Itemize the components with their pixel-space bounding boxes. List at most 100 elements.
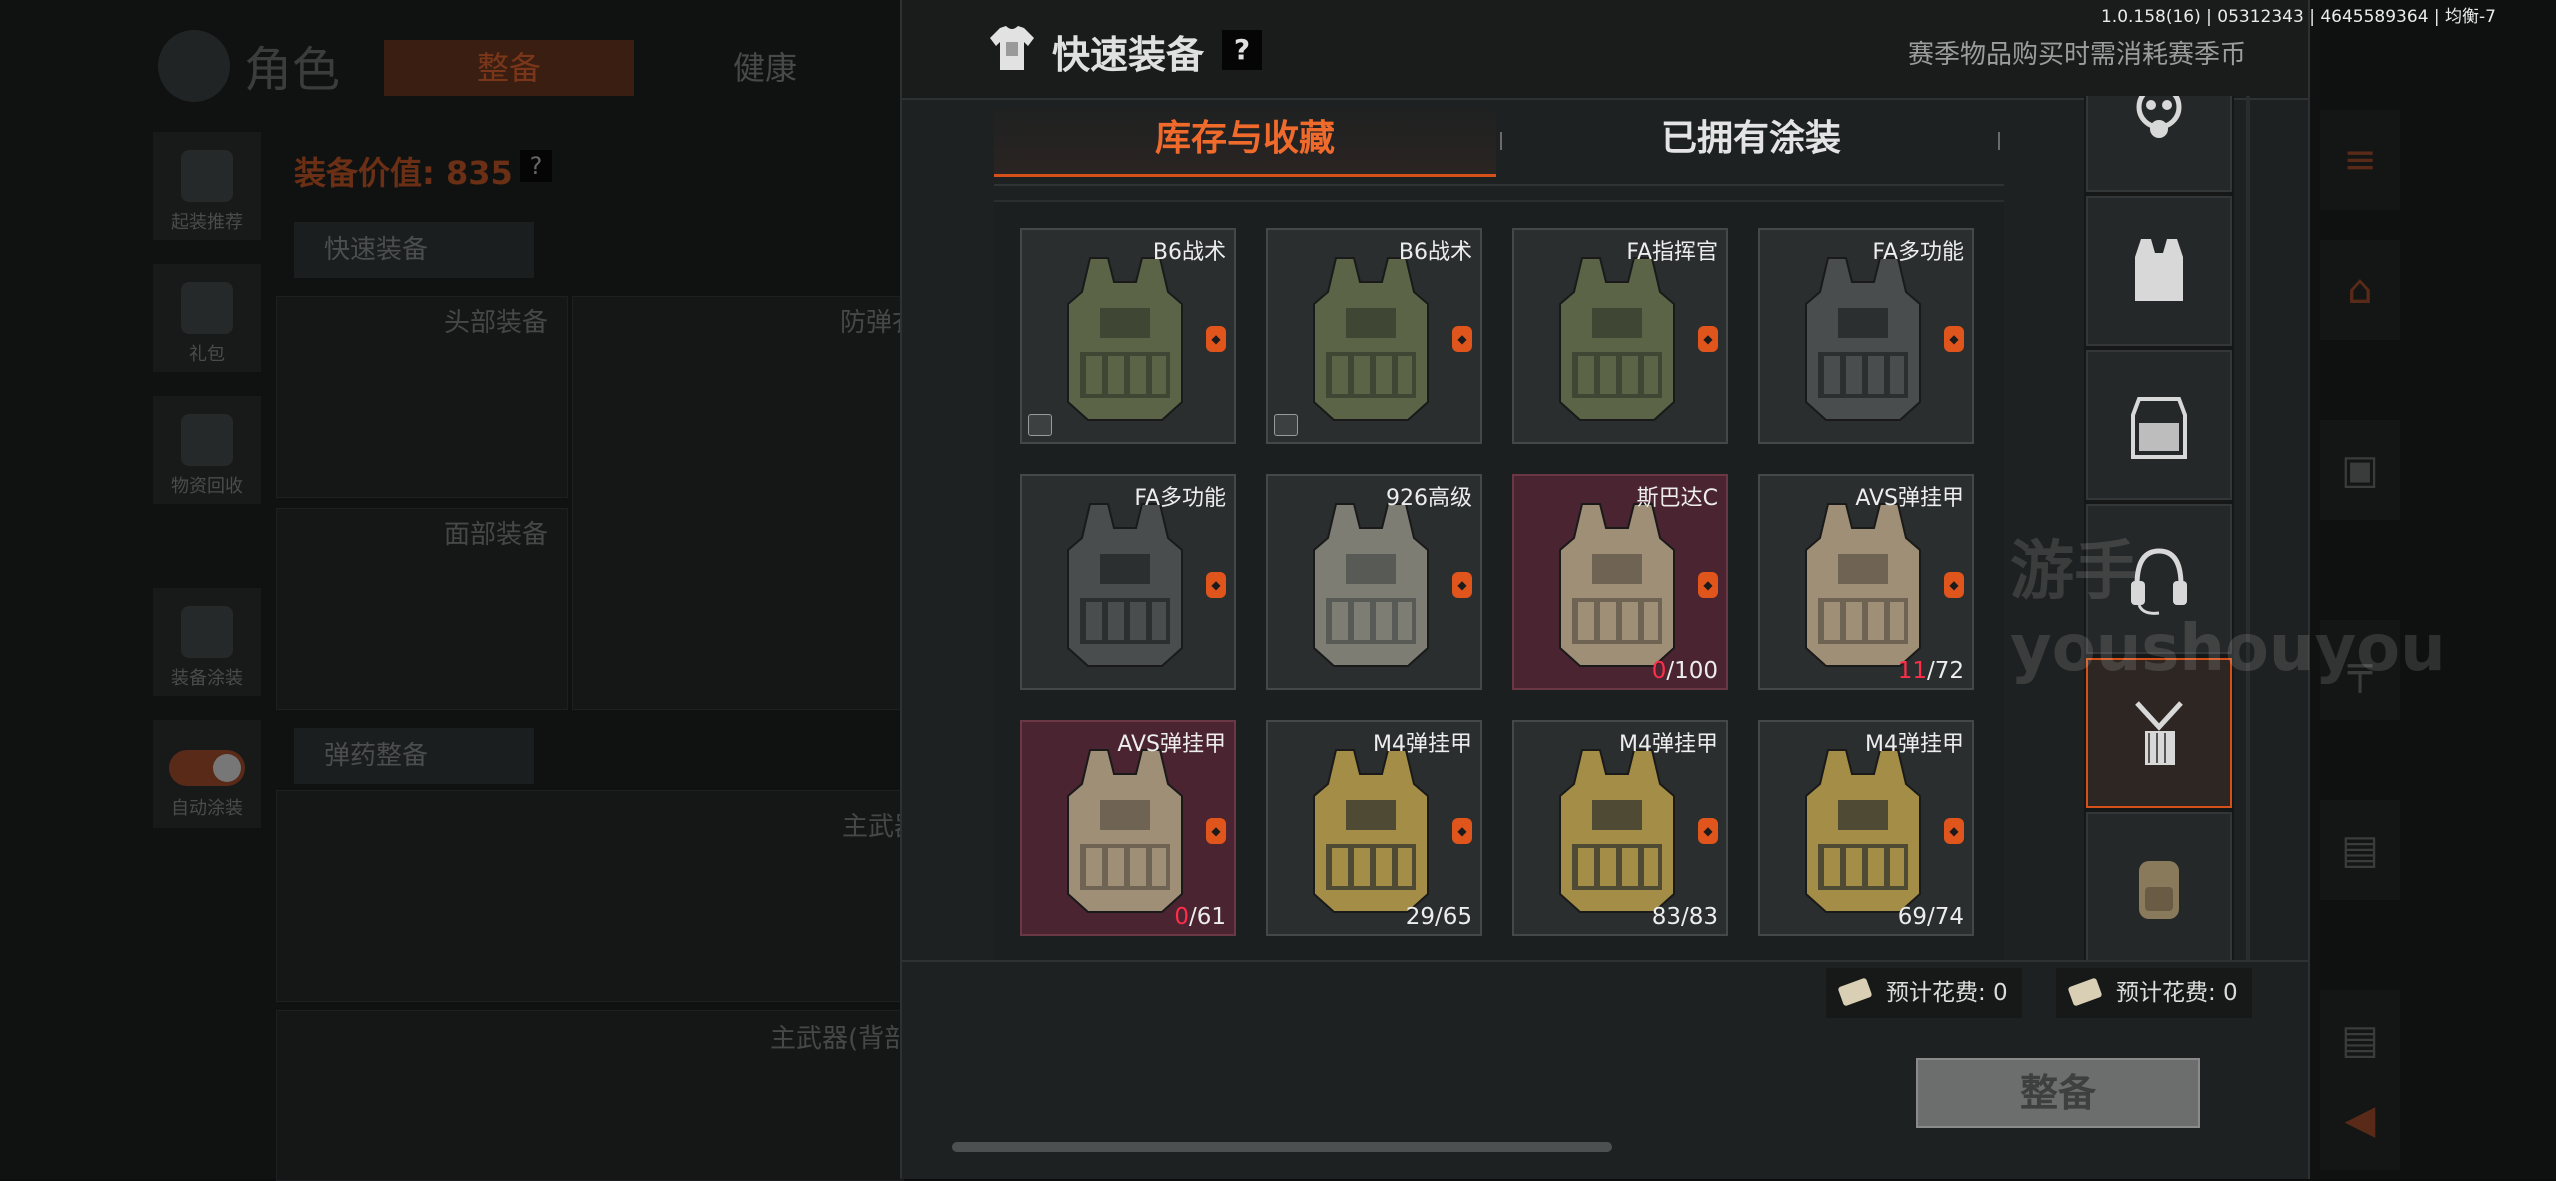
item-card[interactable]: M4弹挂甲 ◆ 69/74 <box>1758 720 1974 936</box>
durability-max: /72 <box>1926 658 1964 684</box>
durability-current: 0 <box>1174 904 1189 930</box>
auto-skin-toggle[interactable] <box>169 750 245 786</box>
item-name: M4弹挂甲 <box>1373 732 1472 757</box>
durability-current: 83 <box>1651 904 1681 930</box>
season-coin-icon: ◆ <box>1452 818 1472 844</box>
item-name: 926高级 <box>1386 486 1472 511</box>
sidebar-item-skin[interactable]: 装备涂装 <box>153 588 261 696</box>
cash-icon <box>1837 977 1873 1007</box>
logo-icon <box>158 30 230 102</box>
sidebar-label: 物资回收 <box>171 476 243 497</box>
ammo-box-icon[interactable]: ▤ <box>2320 800 2400 900</box>
armor-vest-icon <box>1559 749 1675 913</box>
item-card[interactable]: FA多功能 ◆ <box>1020 474 1236 690</box>
page-title: 角色 <box>244 42 341 98</box>
armor-vest-icon <box>1805 503 1921 667</box>
horizontal-scrollbar[interactable] <box>952 1142 1612 1152</box>
sidebar-item-gift[interactable]: 礼包 <box>153 264 261 372</box>
head-gear-label: 头部装备 <box>444 308 549 338</box>
sort-icon[interactable]: ≡ <box>2320 110 2400 210</box>
home-icon[interactable]: ⌂ <box>2320 240 2400 340</box>
category-gas-mask[interactable] <box>2086 96 2232 192</box>
item-name: AVS弹挂甲 <box>1117 732 1226 757</box>
item-card[interactable]: AVS弹挂甲 ◆ 0/61 <box>1020 720 1236 936</box>
armor-vest-icon <box>1805 257 1921 421</box>
shirt-icon[interactable]: ▣ <box>2320 420 2400 520</box>
sidebar-label: 自动涂装 <box>171 798 243 819</box>
season-note: 赛季物品购买时需消耗赛季币 <box>1907 40 2246 70</box>
scroll-thumb[interactable] <box>952 1142 1612 1152</box>
season-coin-icon: ◆ <box>1944 818 1964 844</box>
watermark: 游手 youshouyou <box>2010 535 2446 686</box>
season-coin-icon: ◆ <box>1698 818 1718 844</box>
tab-owned-skins[interactable]: 已拥有涂装 <box>1500 104 2002 174</box>
durability-current: 11 <box>1897 658 1927 684</box>
tab-inventory[interactable]: 库存与收藏 <box>994 104 1496 177</box>
item-grid: B6战术 ◆ B6战术 ◆ FA指挥官 ◆ FA多功能 ◆ FA多功能 ◆ 92… <box>994 200 2004 962</box>
help-button[interactable]: ? <box>1222 30 1262 70</box>
item-card[interactable]: FA指挥官 ◆ <box>1512 228 1728 444</box>
season-coin-icon: ◆ <box>1452 572 1472 598</box>
estimated-cost: 预计花费: 0 <box>1826 968 2022 1018</box>
sidebar-item-recommend[interactable]: 起装推荐 <box>153 132 261 240</box>
ammo-button[interactable]: 弹药整备 <box>294 728 534 784</box>
durability-max: /65 <box>1434 904 1472 930</box>
sidebar-item-autoskin[interactable]: 自动涂装 <box>153 720 261 828</box>
collapse-arrow-icon[interactable]: ◀ <box>2320 1070 2400 1170</box>
item-card[interactable]: M4弹挂甲 ◆ 83/83 <box>1512 720 1728 936</box>
equip-button[interactable]: 整备 <box>1916 1058 2200 1128</box>
item-card[interactable]: 斯巴达C ◆ 0/100 <box>1512 474 1728 690</box>
durability-current: 69 <box>1897 904 1927 930</box>
armor-slot[interactable] <box>572 296 904 710</box>
season-coin-icon: ◆ <box>1206 572 1226 598</box>
item-name: B6战术 <box>1398 240 1472 265</box>
season-coin-icon: ◆ <box>1944 326 1964 352</box>
armor-vest-icon <box>1067 749 1183 913</box>
item-card[interactable]: AVS弹挂甲 ◆ 11/72 <box>1758 474 1974 690</box>
durability-current: 0 <box>1651 658 1667 684</box>
durability-max: /74 <box>1926 904 1964 930</box>
cost-footer: 预计花费: 0 预计花费: 0 <box>902 960 2308 1022</box>
item-name: AVS弹挂甲 <box>1855 486 1964 511</box>
item-name: FA指挥官 <box>1626 240 1718 265</box>
tab-equip[interactable]: 整备 <box>384 40 634 96</box>
durability: 29/65 <box>1406 904 1472 930</box>
durability-max: /61 <box>1188 904 1226 930</box>
armor-vest-icon <box>1805 749 1921 913</box>
armor-vest-icon <box>1313 257 1429 421</box>
item-card[interactable]: 926高级 ◆ <box>1266 474 1482 690</box>
armor-vest-icon <box>1067 257 1183 421</box>
season-coin-icon: ◆ <box>1698 326 1718 352</box>
item-card[interactable]: FA多功能 ◆ <box>1758 228 1974 444</box>
category-plate-carrier[interactable] <box>2086 350 2232 500</box>
backpack-icon <box>2139 861 2179 919</box>
durability: 69/74 <box>1898 904 1964 930</box>
sidebar-label: 装备涂装 <box>171 668 243 689</box>
tab-divider <box>1998 132 2000 150</box>
skin-icon <box>181 606 233 658</box>
item-name: FA多功能 <box>1872 240 1964 265</box>
durability: 11/72 <box>1898 658 1964 684</box>
category-vest[interactable] <box>2086 196 2232 346</box>
durability-max: /100 <box>1666 658 1718 684</box>
estimated-cost: 预计花费: 0 <box>2056 968 2252 1018</box>
armor-vest-icon <box>1559 503 1675 667</box>
gift-icon <box>181 282 233 334</box>
season-coin-icon: ◆ <box>1452 326 1472 352</box>
recycle-icon <box>181 414 233 466</box>
item-card[interactable]: B6战术 ◆ <box>1266 228 1482 444</box>
armor-vest-icon <box>1559 257 1675 421</box>
sidebar-item-recycle[interactable]: 物资回收 <box>153 396 261 504</box>
tab-health[interactable]: 健康 <box>640 40 890 96</box>
vest-icon <box>2135 239 2183 301</box>
primary-weapon-slot[interactable] <box>276 790 904 1002</box>
box-icon <box>1028 414 1052 436</box>
season-coin-icon: ◆ <box>1698 572 1718 598</box>
durability: 83/83 <box>1652 904 1718 930</box>
quick-equip-button[interactable]: 快速装备 <box>294 222 534 278</box>
help-icon[interactable]: ? <box>520 150 552 182</box>
item-card[interactable]: M4弹挂甲 ◆ 29/65 <box>1266 720 1482 936</box>
box-icon <box>1274 414 1298 436</box>
category-backpack[interactable] <box>2086 812 2232 960</box>
item-card[interactable]: B6战术 ◆ <box>1020 228 1236 444</box>
